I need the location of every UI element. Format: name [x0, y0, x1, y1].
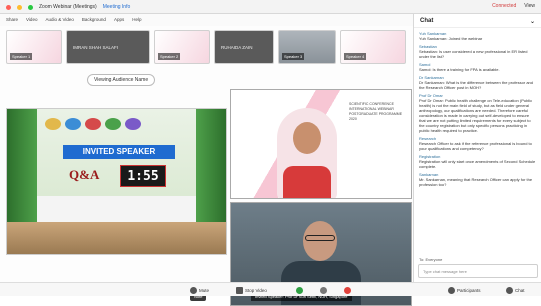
thumbnail-label: IMRAN SHAH SALAFI — [73, 45, 119, 50]
qa-label: Q&A — [69, 167, 100, 182]
thumbnail-name[interactable]: IMRAN SHAH SALAFI — [66, 30, 150, 64]
shared-screen: INVITED SPEAKER Q&A 1:55 — [6, 108, 227, 255]
chat-message: Dr Sankarnan Dr Sankarnan: What is the d… — [419, 75, 536, 90]
menu-item[interactable]: Share — [6, 17, 18, 23]
close-window-icon[interactable] — [6, 4, 11, 10]
chat-message: Research Research Officer to ask if the … — [419, 136, 536, 151]
chat-panel: Chat ⌄ Yuh Sankarnan Yuh Sankarnan: Join… — [413, 14, 541, 282]
title-left: Zoom Webinar (Meetings) Meeting Info — [6, 4, 130, 10]
message-text: Yuh Sankarnan: Joined the webinar — [419, 36, 483, 41]
stop-video-button[interactable]: Stop Video — [236, 285, 267, 295]
record-icon — [320, 286, 327, 294]
people-icon — [448, 286, 455, 294]
countdown-timer: 1:55 — [120, 165, 166, 187]
thumbnail-label: Speaker 3 — [282, 53, 305, 60]
thumbnail-video[interactable]: Speaker 1 — [6, 30, 62, 64]
thumbnail-name[interactable]: RUHAIDA ZAIN — [214, 30, 274, 64]
logo-icon — [45, 118, 61, 130]
chat-message: Prof Dr Omar Prof Dr Omar: Public health… — [419, 93, 536, 133]
message-text: Sebastian: Is user considered a new prof… — [419, 49, 528, 59]
title-bar: Zoom Webinar (Meetings) Meeting Info Con… — [0, 0, 541, 14]
viewing-audience-pill[interactable]: Viewing Audience Name — [87, 74, 156, 86]
record-button[interactable] — [320, 285, 327, 295]
meeting-toolbar: Mute Stop Video Participants Chat — [0, 282, 541, 296]
message-text: Prof Dr Omar: Public health challenge on… — [419, 98, 533, 133]
message-text: Samol: Is there a training for FPA is av… — [419, 67, 500, 72]
stage-floor — [7, 222, 226, 254]
meeting-info-link[interactable]: Meeting Info — [103, 4, 131, 10]
menu-bar: Share Video Audio & Video Background App… — [0, 14, 413, 26]
share-icon — [296, 286, 303, 294]
leave-button[interactable] — [344, 285, 351, 295]
chat-label: Chat — [515, 287, 525, 293]
logo-row — [45, 117, 195, 131]
message-text: Mr. Sankarnan, meaning that Research Off… — [419, 177, 533, 187]
window-title: Zoom Webinar (Meetings) — [39, 4, 97, 10]
thumbnail-video[interactable]: Speaker 3 — [278, 30, 336, 64]
chat-message: Samol Samol: Is there a training for FPA… — [419, 62, 536, 72]
logo-icon — [65, 118, 81, 130]
chat-message: Sankarnan Mr. Sankarnan, meaning that Re… — [419, 172, 536, 187]
minimize-window-icon[interactable] — [17, 4, 22, 10]
view-button[interactable]: View — [524, 3, 535, 9]
mute-button[interactable]: Mute — [190, 285, 209, 295]
chat-input[interactable]: Type chat message here — [418, 264, 538, 278]
logo-icon — [105, 118, 121, 130]
speaker-video-1[interactable]: SCIENTIFIC CONFERENCE INTERNATIONAL WEBI… — [230, 89, 412, 199]
chat-message: Yuh Sankarnan Yuh Sankarnan: Joined the … — [419, 31, 536, 41]
backdrop-text: SCIENTIFIC CONFERENCE INTERNATIONAL WEBI… — [349, 102, 403, 121]
invited-speaker-banner: INVITED SPEAKER — [63, 145, 175, 159]
thumbnail-label: RUHAIDA ZAIN — [221, 45, 253, 50]
chat-message: Sebastian Sebastian: Is user considered … — [419, 44, 536, 59]
thumbnail-video[interactable]: Speaker 4 — [340, 30, 406, 64]
chat-button[interactable]: Chat — [506, 285, 525, 295]
maximize-window-icon[interactable] — [28, 4, 33, 10]
thumbnail-strip: Speaker 1 IMRAN SHAH SALAFI Speaker 2 RU… — [0, 30, 413, 64]
connection-status: Connected — [492, 3, 517, 9]
message-text: Research Officer to ask if the reference… — [419, 141, 532, 151]
thumbnail-label: Speaker 1 — [10, 53, 33, 60]
message-text: Registration will only start once amendm… — [419, 159, 536, 169]
share-button[interactable] — [296, 285, 303, 295]
chat-header: Chat ⌄ — [414, 14, 541, 28]
speaker-figure — [277, 108, 337, 198]
microphone-icon — [190, 286, 197, 294]
menu-item[interactable]: Audio & Video — [45, 17, 73, 23]
chat-title: Chat — [420, 18, 434, 24]
participants-button[interactable]: Participants — [448, 285, 481, 295]
stop-video-label: Stop Video — [245, 287, 267, 293]
message-text: Dr Sankarnan: What is the difference bet… — [419, 80, 533, 90]
speaker-head — [303, 221, 337, 261]
glasses — [305, 235, 335, 241]
chat-message: Registration Registration will only star… — [419, 154, 536, 169]
chat-messages: Yuh Sankarnan Yuh Sankarnan: Joined the … — [414, 28, 541, 254]
menu-item[interactable]: Video — [26, 17, 37, 23]
menu-item[interactable]: Background — [82, 17, 106, 23]
logo-icon — [125, 118, 141, 130]
participants-label: Participants — [457, 287, 481, 293]
logo-icon — [85, 118, 101, 130]
camera-icon — [236, 286, 243, 294]
thumbnail-label: Speaker 2 — [158, 53, 181, 60]
meeting-stage: Speaker 1 IMRAN SHAH SALAFI Speaker 2 RU… — [0, 26, 413, 306]
thumbnail-video[interactable]: Speaker 2 — [154, 30, 210, 64]
title-right: Connected View — [492, 3, 535, 9]
menu-item[interactable]: Help — [132, 17, 141, 23]
menu-item[interactable]: Apps — [114, 17, 124, 23]
thumbnail-label: Speaker 4 — [344, 53, 367, 60]
chat-icon — [506, 286, 513, 294]
mute-label: Mute — [199, 287, 210, 293]
chat-recipient[interactable]: To: Everyone — [419, 257, 442, 262]
shirt — [283, 166, 331, 198]
face — [293, 122, 321, 154]
leave-icon — [344, 286, 351, 294]
chevron-down-icon[interactable]: ⌄ — [530, 18, 535, 25]
